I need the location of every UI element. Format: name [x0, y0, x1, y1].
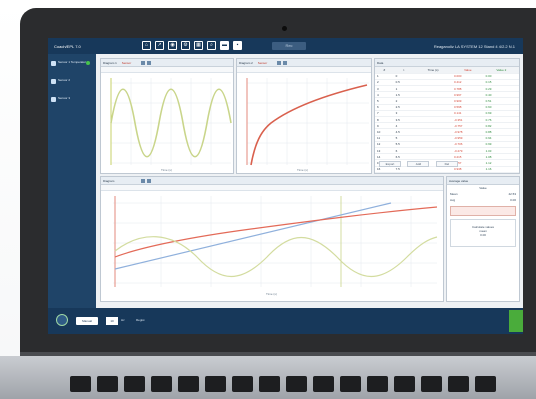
rate-unit: Hz: [121, 318, 125, 322]
add-row-button[interactable]: Add: [407, 161, 430, 167]
settings-icon[interactable]: ⚙: [181, 41, 190, 50]
sensor-icon: [51, 97, 56, 102]
graph-panel-1: Diagram 1 Sensor Time (s): [100, 58, 234, 174]
panel-title: Diagram: [103, 179, 115, 183]
keyboard-key: [232, 376, 253, 392]
average-value: 0.00: [510, 198, 516, 202]
keyboard-key: [340, 376, 361, 392]
table-icon[interactable]: ▦: [194, 41, 203, 50]
data-table-panel: Data # t Time (s) Value Value 2 1 0 0.000 0…: [374, 58, 520, 174]
graph-panel-2: Diagram 2 Sensor Time (s): [236, 58, 372, 174]
delete-row-button[interactable]: Del: [435, 161, 458, 167]
table-actions: Export Add Del: [379, 152, 460, 170]
settings-icon[interactable]: [147, 61, 151, 65]
keyboard-key: [286, 376, 307, 392]
linear-series-line: [114, 202, 392, 270]
panel-header: Average value: [447, 177, 519, 185]
log-chart: Time (s): [246, 78, 369, 172]
keyboard-key: [124, 376, 145, 392]
x-axis-caption: Time (s): [161, 168, 172, 172]
average-label: Mean: [450, 192, 458, 196]
zoom-icon[interactable]: [141, 179, 145, 183]
company-label: Reaganoliz LA SYSTEM 12 Stand 4 4/2.2 N.…: [433, 44, 515, 49]
sidebar-item-label: Sensor 2: [58, 78, 71, 82]
keyboard-key: [448, 376, 469, 392]
bottom-bar: Manual 10 Hz Regist: [48, 308, 523, 334]
camera-icon[interactable]: ◉: [168, 41, 177, 50]
average-label: Avg: [450, 198, 456, 202]
keyboard-key: [475, 376, 496, 392]
record-button[interactable]: Rec: [272, 42, 306, 50]
graph-panel-3: Diagram Time (s): [100, 176, 444, 302]
panel-title: Data: [377, 61, 384, 65]
status-led-icon: [86, 61, 90, 65]
power-icon[interactable]: [56, 314, 68, 326]
average-value: 42.53: [508, 192, 516, 196]
calc-line: 0.00: [480, 233, 486, 237]
sidebar-item-sensor-3[interactable]: Sensor 3: [48, 96, 96, 108]
sine-chart: Time (s): [110, 78, 232, 172]
sidebar-item-label: Sensor 1 Temperatur: [58, 60, 86, 64]
keyboard-key: [70, 376, 91, 392]
average-row: Avg 0.00: [447, 197, 519, 203]
zoom-icon[interactable]: ⌕: [207, 41, 216, 50]
app-title: Coach/EPL 7.0: [54, 44, 81, 49]
zoom-icon[interactable]: [277, 61, 281, 65]
camera-icon: [282, 26, 287, 31]
panel-header: Diagram 2 Sensor: [237, 59, 371, 67]
sidebar-item-sensor-1[interactable]: Sensor 1 Temperatur: [48, 60, 96, 72]
keyboard-key: [259, 376, 280, 392]
keyboard-key: [151, 376, 172, 392]
save-icon[interactable]: ▪: [233, 41, 242, 50]
sine-series-line: [114, 236, 438, 278]
main-toolbar: ⌂ ↗ ◉ ⚙ ▦ ⌕ ▬ ▪: [142, 41, 242, 50]
x-axis-caption: Time (s): [297, 168, 308, 172]
keyboard-key: [205, 376, 226, 392]
laptop-scene: Coach/EPL 7.0 ⌂ ↗ ◉ ⚙ ▦ ⌕ ▬ ▪ Rec Reagan…: [0, 0, 536, 399]
keyboard-key: [178, 376, 199, 392]
panel-title: Average value: [449, 179, 469, 183]
sensor-icon: [51, 79, 56, 84]
export-button[interactable]: Export: [379, 161, 401, 167]
highlight-box: [450, 206, 516, 216]
keyboard-key: [97, 376, 118, 392]
start-button[interactable]: [509, 310, 523, 332]
mode-button[interactable]: Manual: [76, 317, 98, 325]
settings-icon[interactable]: [147, 179, 151, 183]
panel-header: Diagram: [101, 177, 443, 185]
keyboard: [70, 376, 536, 399]
panel-title: Diagram 2: [239, 61, 253, 65]
x-axis-caption: Time (s): [266, 292, 277, 296]
panel-title: Diagram 1: [103, 61, 117, 65]
table-cell: 1.16: [483, 166, 519, 173]
rate-input[interactable]: 10: [106, 317, 118, 325]
sensor-chip[interactable]: Sensor: [258, 61, 268, 65]
average-panel: Average value Value Mean 42.53 Avg 0.00 …: [446, 176, 520, 302]
panel-header: Diagram 1 Sensor: [101, 59, 233, 67]
title-bar: Coach/EPL 7.0 ⌂ ↗ ◉ ⚙ ▦ ⌕ ▬ ▪ Rec Reagan…: [48, 38, 523, 54]
sensor-chip[interactable]: Sensor: [122, 61, 132, 65]
panel-header: Data: [375, 59, 519, 67]
settings-icon[interactable]: [283, 61, 287, 65]
keyboard-key: [394, 376, 415, 392]
sensor-icon: [51, 61, 56, 66]
combined-chart: Time (s): [113, 196, 438, 296]
chart-icon[interactable]: ↗: [155, 41, 164, 50]
log-series-line: [114, 206, 438, 258]
keyboard-key: [367, 376, 388, 392]
keyboard-key: [313, 376, 334, 392]
sensor-sidebar: Sensor 1 Temperatur Sensor 2 Sensor 3: [48, 54, 96, 308]
zoom-icon[interactable]: [141, 61, 145, 65]
home-icon[interactable]: ⌂: [142, 41, 151, 50]
sidebar-item-sensor-2[interactable]: Sensor 2: [48, 78, 96, 90]
log-series-line: [250, 84, 368, 166]
sidebar-item-label: Sensor 3: [58, 96, 71, 100]
app-screen: Coach/EPL 7.0 ⌂ ↗ ◉ ⚙ ▦ ⌕ ▬ ▪ Rec Reagan…: [48, 38, 523, 334]
calculate-values-box: Calculate values mean 0.00: [450, 219, 516, 247]
folder-icon[interactable]: ▬: [220, 41, 229, 50]
keyboard-key: [421, 376, 442, 392]
registration-label: Regist: [136, 318, 145, 322]
